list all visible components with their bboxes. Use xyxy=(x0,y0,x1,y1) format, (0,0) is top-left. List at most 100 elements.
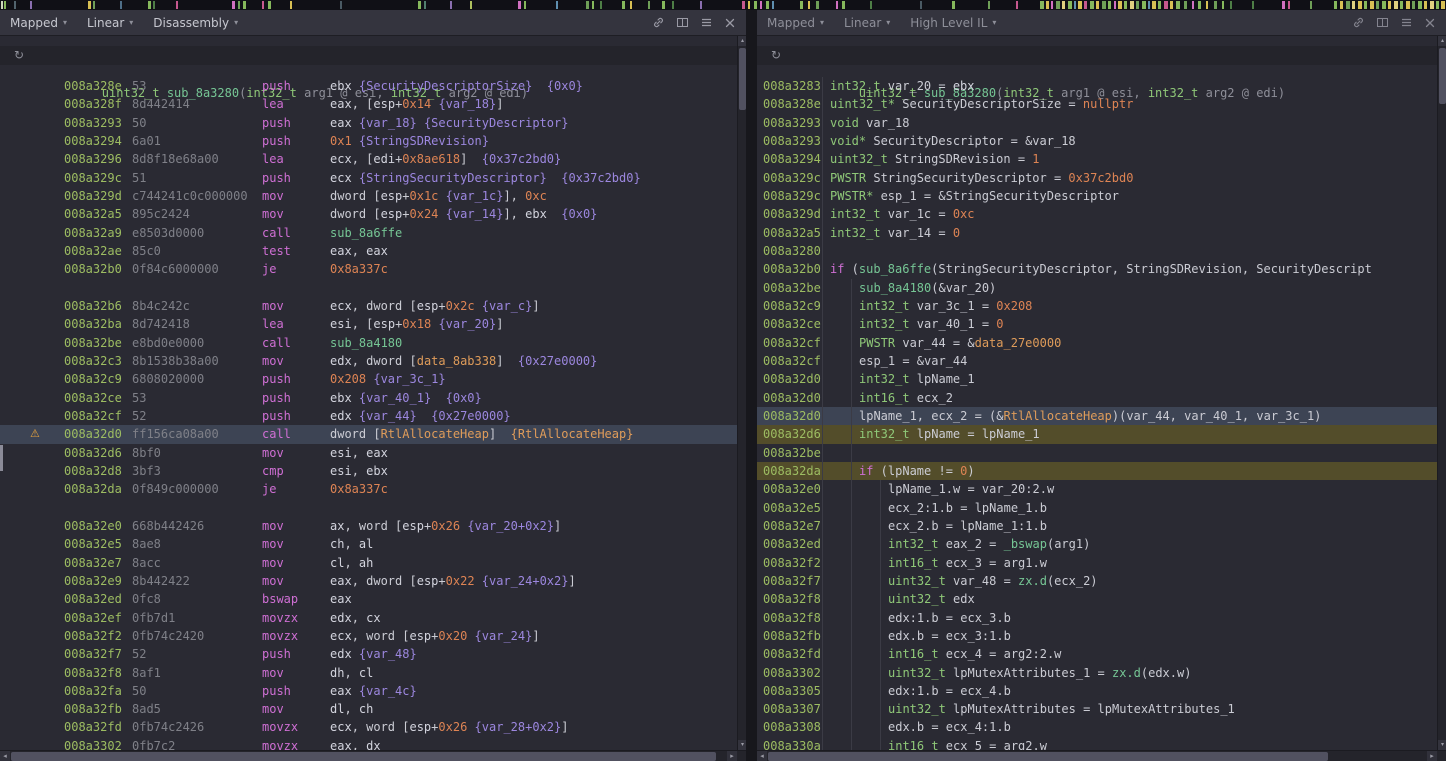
token-ann[interactable]: {var_1c} xyxy=(446,189,504,203)
address[interactable]: 008a32e0 xyxy=(763,480,821,498)
disasm-row[interactable]: 008a32ba8d742418leaesi, [esp+0x18 {var_2… xyxy=(0,315,737,333)
token-txt[interactable]: dword [ xyxy=(330,207,381,221)
scrollbar-thumb[interactable] xyxy=(768,752,1328,761)
disasm-row[interactable]: ⚠008a32d0ff156ca08a00calldword [RtlAlloc… xyxy=(0,425,737,443)
address[interactable]: 008a32cf xyxy=(763,352,821,370)
token-typ[interactable]: int32_t xyxy=(830,226,881,240)
scroll-right-arrow[interactable]: ▸ xyxy=(1427,751,1437,761)
mnemonic[interactable]: mov xyxy=(262,444,330,462)
address[interactable]: 008a32e7 xyxy=(763,517,821,535)
token-num[interactable]: 0x208 xyxy=(996,299,1032,313)
hlil-row[interactable]: 008a32d0int32_t lpName_1 xyxy=(757,370,1437,388)
token-num[interactable]: 0x22 xyxy=(446,574,475,588)
token-txt[interactable]: edx:1.b = ecx_4.b xyxy=(888,684,1011,698)
token-reg[interactable]: edx xyxy=(330,647,352,661)
token-typ[interactable]: int16_t xyxy=(859,391,910,405)
token-num[interactable]: 0x26 xyxy=(431,519,460,533)
address[interactable]: 008a32f7 xyxy=(763,572,821,590)
token-txt[interactable] xyxy=(547,171,561,185)
token-typ[interactable]: uint32_t xyxy=(830,152,888,166)
token-ann[interactable]: {0x0} xyxy=(547,79,583,93)
token-ann[interactable]: {0x37c2bd0} xyxy=(561,171,640,185)
mnemonic[interactable]: push xyxy=(262,77,330,95)
instruction-bytes[interactable]: e8bd0e0000 xyxy=(132,334,262,352)
disasm-row[interactable]: 008a32e58ae8movch, al xyxy=(0,535,737,553)
token-txt[interactable]: ] xyxy=(554,519,561,533)
address[interactable]: 008a3302 xyxy=(763,664,821,682)
instruction-bytes[interactable]: ff156ca08a00 xyxy=(132,425,262,443)
scroll-left-arrow[interactable]: ◂ xyxy=(0,751,10,761)
token-txt[interactable]: , xyxy=(352,446,366,460)
address[interactable]: 008a3293 xyxy=(763,132,821,150)
linear-dropdown[interactable]: Linear ▾ xyxy=(87,16,133,30)
token-txt[interactable]: ] xyxy=(496,317,503,331)
disasm-row[interactable]: 008a32c38b1538b38a00movedx, dword [data_… xyxy=(0,352,737,370)
token-ann[interactable]: {SecurityDescriptor} xyxy=(424,116,569,130)
token-txt[interactable]: edx.b = ecx_4:1.b xyxy=(888,720,1011,734)
instruction-bytes[interactable]: 50 xyxy=(132,682,262,700)
token-txt[interactable]: StringSecurityDescriptor = xyxy=(866,171,1068,185)
token-ann[interactable]: {var_20} xyxy=(438,317,496,331)
token-txt[interactable]: edx.b = ecx_3:1.b xyxy=(888,629,1011,643)
token-txt[interactable] xyxy=(352,79,359,93)
token-sym[interactable]: sub_8a4180 xyxy=(330,336,402,350)
split-pane-icon[interactable] xyxy=(1376,16,1389,29)
close-icon[interactable] xyxy=(1424,17,1436,29)
address[interactable]: 008a32c9 xyxy=(64,370,132,388)
token-txt[interactable]: lpName_1, ecx_2 = (& xyxy=(859,409,1004,423)
mnemonic[interactable]: test xyxy=(262,242,330,260)
hlil-row[interactable]: 008a32daif (lpName != 0) xyxy=(757,462,1437,480)
scroll-up-arrow[interactable]: ▴ xyxy=(1438,36,1446,46)
instruction-bytes[interactable]: 895c2424 xyxy=(132,205,262,223)
mnemonic[interactable]: je xyxy=(262,480,330,498)
token-ann[interactable]: {var_3c_1} xyxy=(373,372,445,386)
disasm-row[interactable]: 008a329dc744241c0c000000movdword [esp+0x… xyxy=(0,187,737,205)
token-txt[interactable]: esp_1 = &var_44 xyxy=(859,354,967,368)
token-txt[interactable]: , [ xyxy=(352,97,374,111)
token-reg[interactable]: eax xyxy=(330,739,352,750)
address[interactable]: 008a32e5 xyxy=(64,535,132,553)
token-typ[interactable]: int16_t xyxy=(888,647,939,661)
disasm-row[interactable]: 008a32f88af1movdh, cl xyxy=(0,664,737,682)
address[interactable]: 008a32d0 xyxy=(763,389,821,407)
disasm-row[interactable]: 008a32a9e8503d0000callsub_8a6ffe xyxy=(0,224,737,242)
hlil-row[interactable]: 008a329dint32_t var_1c = 0xc xyxy=(757,205,1437,223)
token-imp[interactable]: data_8ab338 xyxy=(417,354,496,368)
token-txt[interactable]: var_44 = & xyxy=(895,336,974,350)
token-txt[interactable]: + xyxy=(402,207,409,221)
token-typ[interactable]: int16_t xyxy=(888,739,939,750)
disasm-row[interactable]: 008a32c96808020000push0x208 {var_3c_1} xyxy=(0,370,737,388)
token-txt[interactable]: lpName = lpName_1 xyxy=(910,427,1040,441)
token-reg[interactable]: ecx xyxy=(330,171,352,185)
token-txt[interactable]: SecurityDescriptor = &var_18 xyxy=(866,134,1076,148)
token-txt[interactable]: edx:1.b = ecx_3.b xyxy=(888,611,1011,625)
token-txt[interactable]: (edx.w) xyxy=(1141,666,1192,680)
token-reg[interactable]: dh xyxy=(330,666,344,680)
disasm-row[interactable]: 008a32ed0fc8bswapeax xyxy=(0,590,737,608)
mnemonic[interactable]: mov xyxy=(262,554,330,572)
token-txt[interactable] xyxy=(417,409,431,423)
token-reg[interactable]: eax xyxy=(330,244,352,258)
hlil-row[interactable]: 008a3305edx:1.b = ecx_4.b xyxy=(757,682,1437,700)
token-txt[interactable]: var_3c_1 = xyxy=(910,299,997,313)
mnemonic[interactable]: je xyxy=(262,260,330,278)
hlil-row[interactable]: 008a3307uint32_t lpMutexAttributes = lpM… xyxy=(757,700,1437,718)
token-ann[interactable]: {var_20+0x2} xyxy=(467,519,554,533)
scrollbar-thumb[interactable] xyxy=(11,752,716,761)
token-reg[interactable]: cl xyxy=(330,556,344,570)
mnemonic[interactable]: call xyxy=(262,334,330,352)
token-txt[interactable]: ] xyxy=(460,152,482,166)
token-reg[interactable]: esp xyxy=(417,574,439,588)
address[interactable]: 008a32f2 xyxy=(763,554,821,572)
token-txt[interactable]: SecurityDescriptorSize = xyxy=(895,97,1083,111)
token-txt[interactable]: + xyxy=(402,189,409,203)
mnemonic[interactable]: movzx xyxy=(262,718,330,736)
token-reg[interactable]: dl xyxy=(330,702,344,716)
address[interactable]: 008a32d6 xyxy=(64,444,132,462)
token-num[interactable]: 0x18 xyxy=(402,317,431,331)
token-txt[interactable] xyxy=(431,391,445,405)
mnemonic[interactable]: mov xyxy=(262,535,330,553)
disasm-row[interactable]: 008a32d83bf3cmpesi, ebx xyxy=(0,462,737,480)
hlil-row[interactable]: 008a32cfPWSTR var_44 = &data_27e0000 xyxy=(757,334,1437,352)
token-ann[interactable]: {var_c} xyxy=(482,299,533,313)
